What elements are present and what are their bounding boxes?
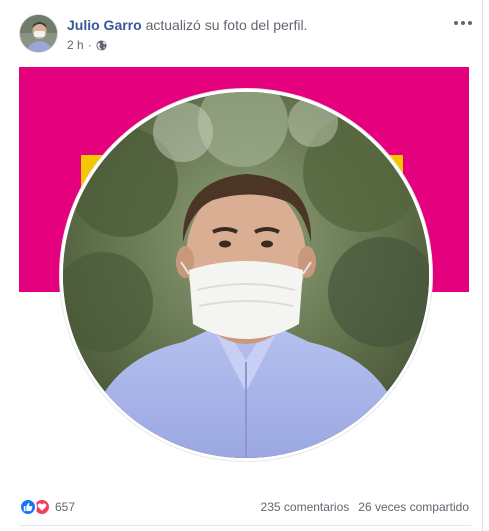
globe-icon[interactable] bbox=[96, 39, 107, 51]
dot bbox=[468, 21, 472, 25]
post-border bbox=[482, 0, 483, 531]
meta-separator: · bbox=[87, 38, 92, 52]
author-line: Julio Garro actualizó su foto del perfil… bbox=[67, 17, 307, 33]
reaction-count: 657 bbox=[55, 500, 76, 514]
footer-divider bbox=[19, 525, 471, 526]
post-timestamp[interactable]: 2 h bbox=[67, 38, 84, 52]
comments-count-link[interactable]: 235 comentarios bbox=[261, 500, 350, 514]
more-options-icon[interactable] bbox=[451, 14, 475, 32]
profile-portrait bbox=[63, 92, 429, 458]
post-action-text: actualizó su foto del perfil. bbox=[141, 17, 308, 33]
post-header: Julio Garro actualizó su foto del perfil… bbox=[19, 14, 479, 56]
post-footer: 657 235 comentarios 26 veces compartido bbox=[19, 496, 471, 518]
profile-photo[interactable] bbox=[19, 67, 469, 485]
reactions-summary[interactable]: 657 bbox=[19, 498, 75, 516]
engagement-stats: 235 comentarios 26 veces compartido bbox=[261, 500, 469, 514]
avatar[interactable] bbox=[19, 14, 58, 53]
shares-count-link[interactable]: 26 veces compartido bbox=[358, 500, 469, 514]
author-name-link[interactable]: Julio Garro bbox=[67, 17, 142, 33]
post-meta: 2 h · bbox=[67, 38, 107, 52]
like-icon bbox=[19, 498, 37, 516]
dot bbox=[454, 21, 458, 25]
dot bbox=[461, 21, 465, 25]
profile-photo-post: Julio Garro actualizó su foto del perfil… bbox=[0, 0, 489, 531]
